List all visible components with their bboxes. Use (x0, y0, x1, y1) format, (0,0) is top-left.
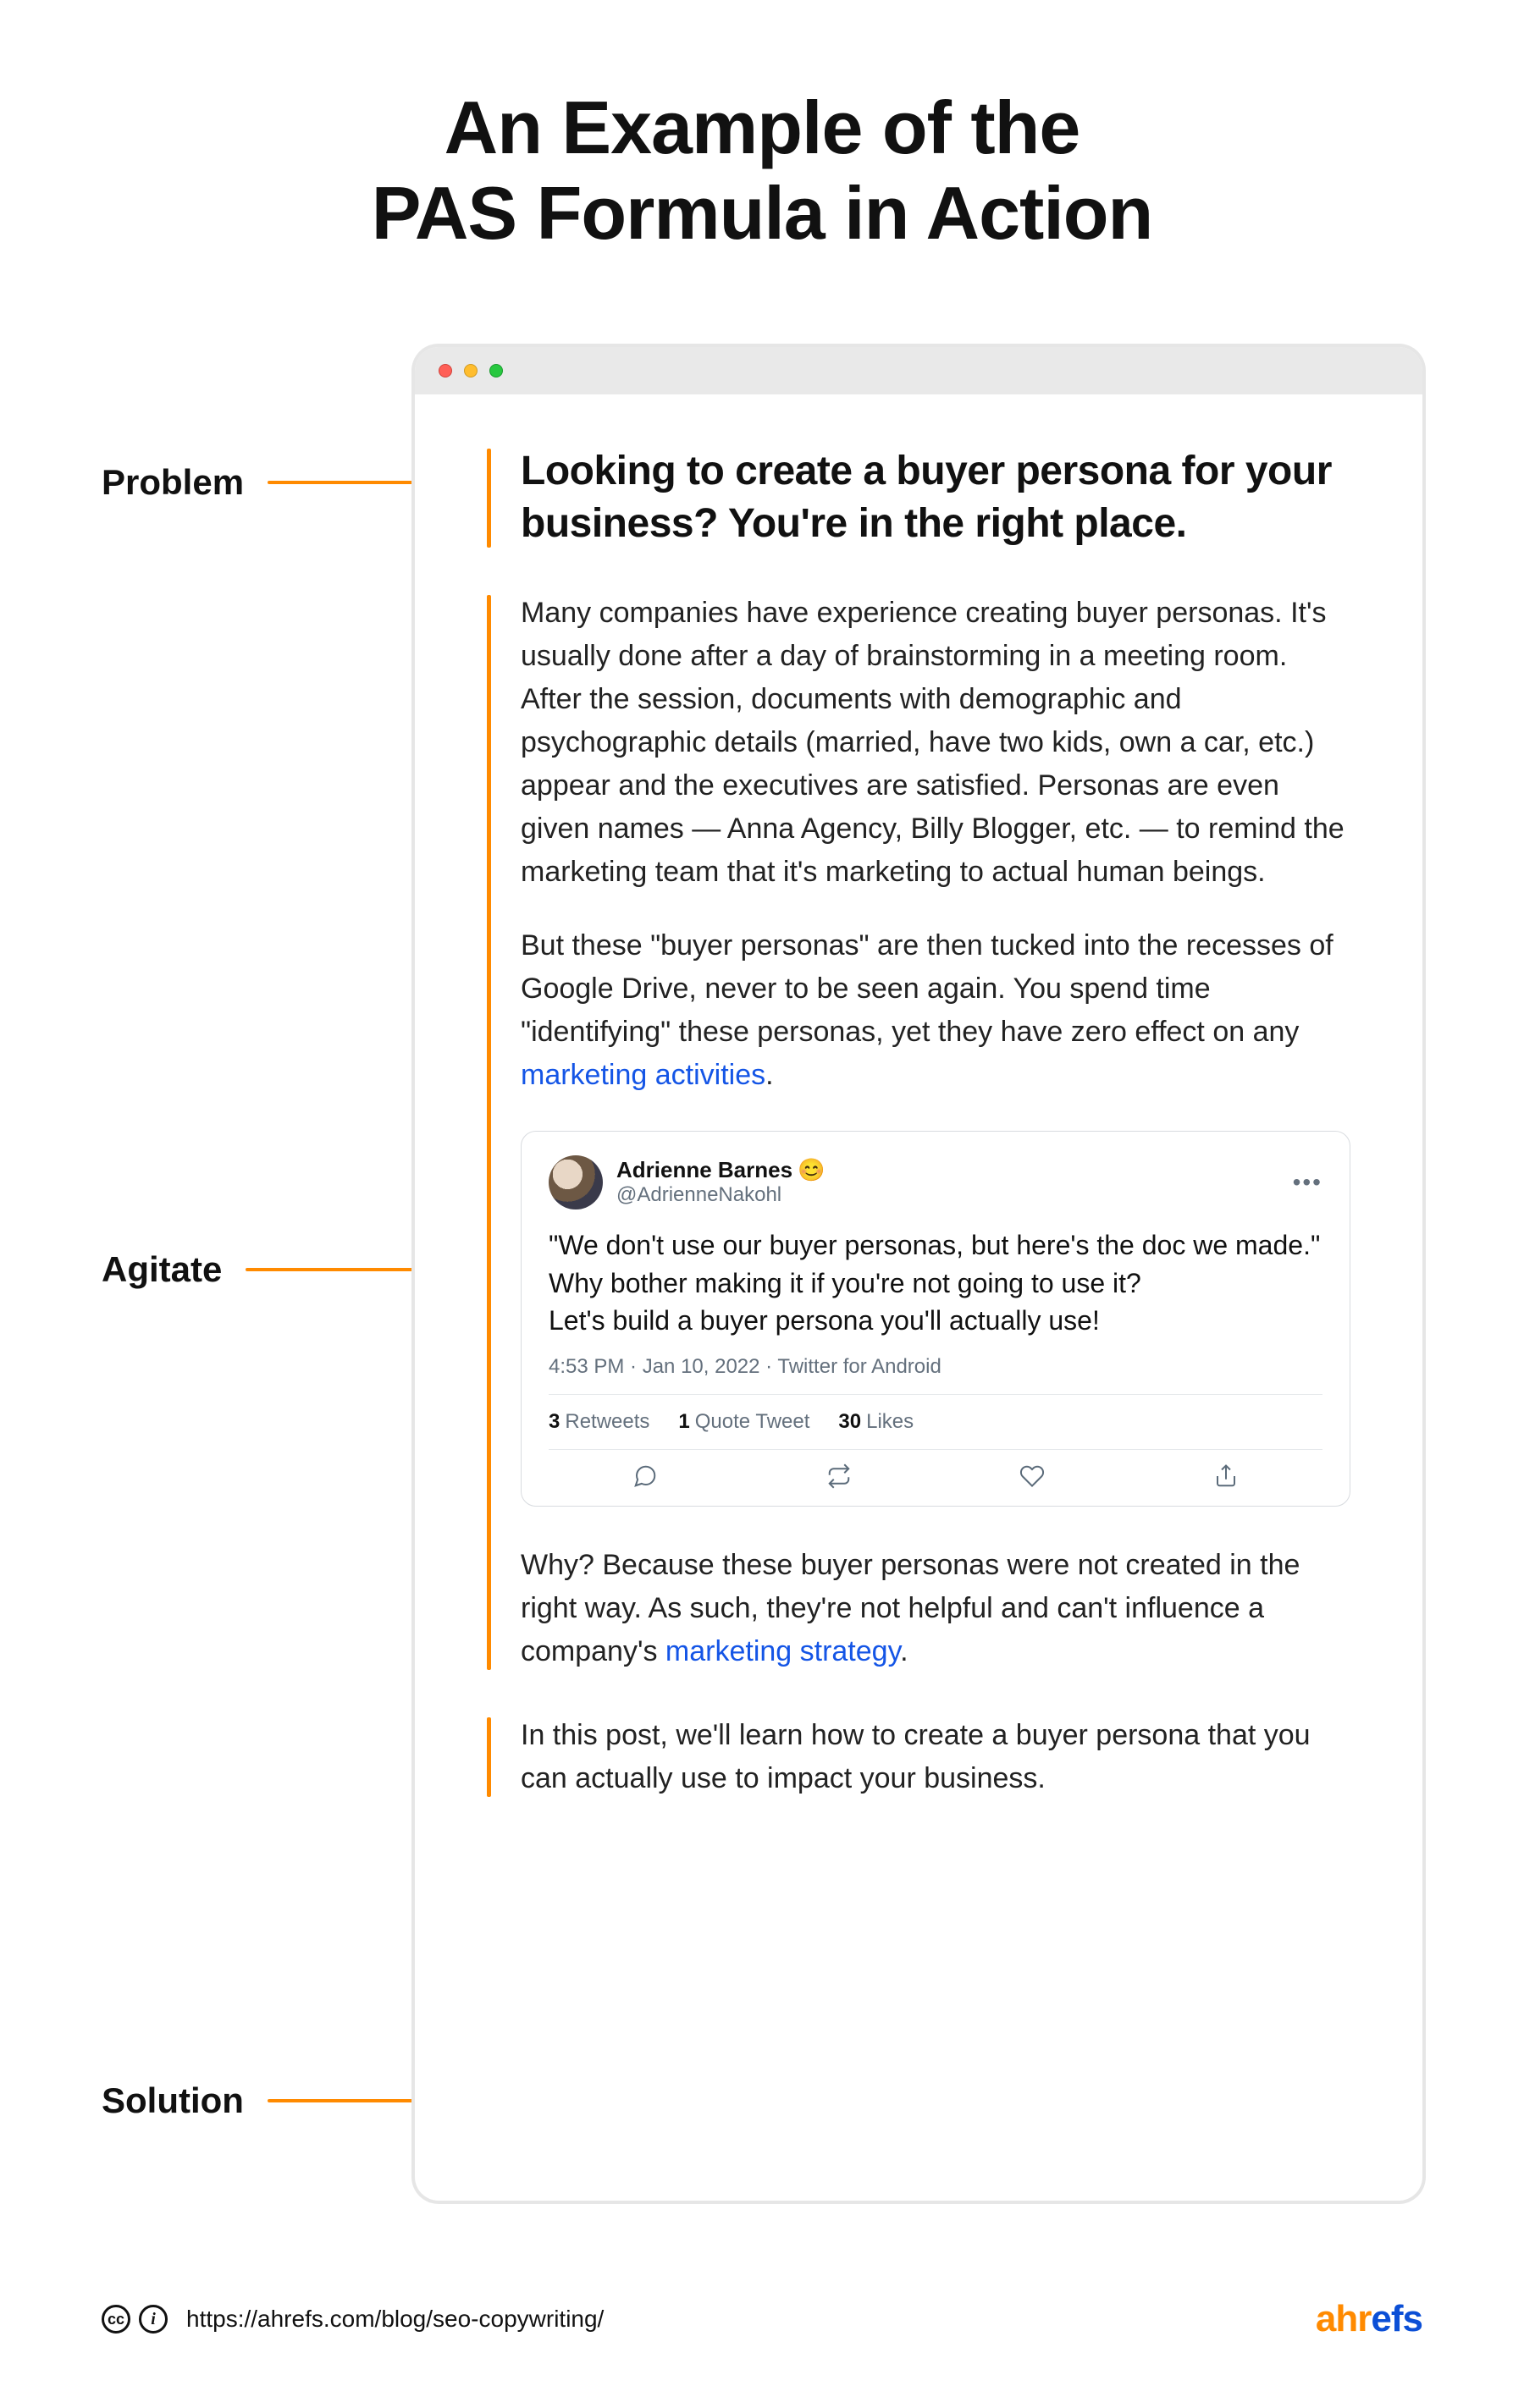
link-marketing-activities[interactable]: marketing activities (521, 1059, 765, 1091)
agitate-paragraph-3: Why? Because these buyer personas were n… (521, 1544, 1350, 1673)
share-icon[interactable] (1213, 1463, 1239, 1489)
tweet-quote-tweets[interactable]: 1Quote Tweet (678, 1410, 809, 1434)
cc-license-icon: cc (102, 2305, 130, 2334)
emoji-icon: 😊 (798, 1157, 825, 1183)
window-titlebar (415, 347, 1422, 394)
tweet-more-icon[interactable]: ••• (1293, 1169, 1322, 1196)
section-solution: In this post, we'll learn how to create … (487, 1714, 1350, 1800)
window-maximize-icon[interactable] (489, 364, 503, 377)
page-title: An Example of the PAS Formula in Action (0, 85, 1524, 256)
tweet-retweets[interactable]: 3Retweets (549, 1410, 649, 1434)
brand-logo: ahrefs (1316, 2298, 1422, 2340)
retweet-icon[interactable] (826, 1463, 852, 1489)
source-url[interactable]: https://ahrefs.com/blog/seo-copywriting/ (186, 2306, 604, 2333)
window-minimize-icon[interactable] (464, 364, 478, 377)
agitate-paragraph-1: Many companies have experience creating … (521, 592, 1350, 894)
window-close-icon[interactable] (439, 364, 452, 377)
section-agitate: Many companies have experience creating … (487, 592, 1350, 1673)
problem-headline: Looking to create a buyer persona for yo… (521, 445, 1350, 551)
footer: cc i https://ahrefs.com/blog/seo-copywri… (102, 2298, 1422, 2340)
browser-window: Looking to create a buyer persona for yo… (415, 347, 1422, 2201)
agitate-paragraph-2: But these "buyer personas" are then tuck… (521, 924, 1350, 1097)
avatar[interactable] (549, 1155, 603, 1210)
like-icon[interactable] (1019, 1463, 1045, 1489)
reply-icon[interactable] (632, 1463, 658, 1489)
link-marketing-strategy[interactable]: marketing strategy (665, 1635, 900, 1667)
section-problem: Looking to create a buyer persona for yo… (487, 445, 1350, 551)
tweet-body: "We don't use our buyer personas, but he… (549, 1226, 1322, 1340)
cc-by-icon: i (139, 2305, 168, 2334)
embedded-tweet[interactable]: Adrienne Barnes😊 @AdrienneNakohl ••• "We… (521, 1131, 1350, 1507)
tweet-timestamp[interactable]: 4:53 PM · Jan 10, 2022 · Twitter for And… (549, 1355, 1322, 1379)
tweet-stats: 3Retweets 1Quote Tweet 30Likes (549, 1394, 1322, 1449)
solution-paragraph: In this post, we'll learn how to create … (521, 1714, 1350, 1800)
tweet-author-handle[interactable]: @AdrienneNakohl (616, 1183, 1293, 1207)
tweet-author-name[interactable]: Adrienne Barnes😊 (616, 1157, 1293, 1183)
tweet-likes[interactable]: 30Likes (838, 1410, 914, 1434)
